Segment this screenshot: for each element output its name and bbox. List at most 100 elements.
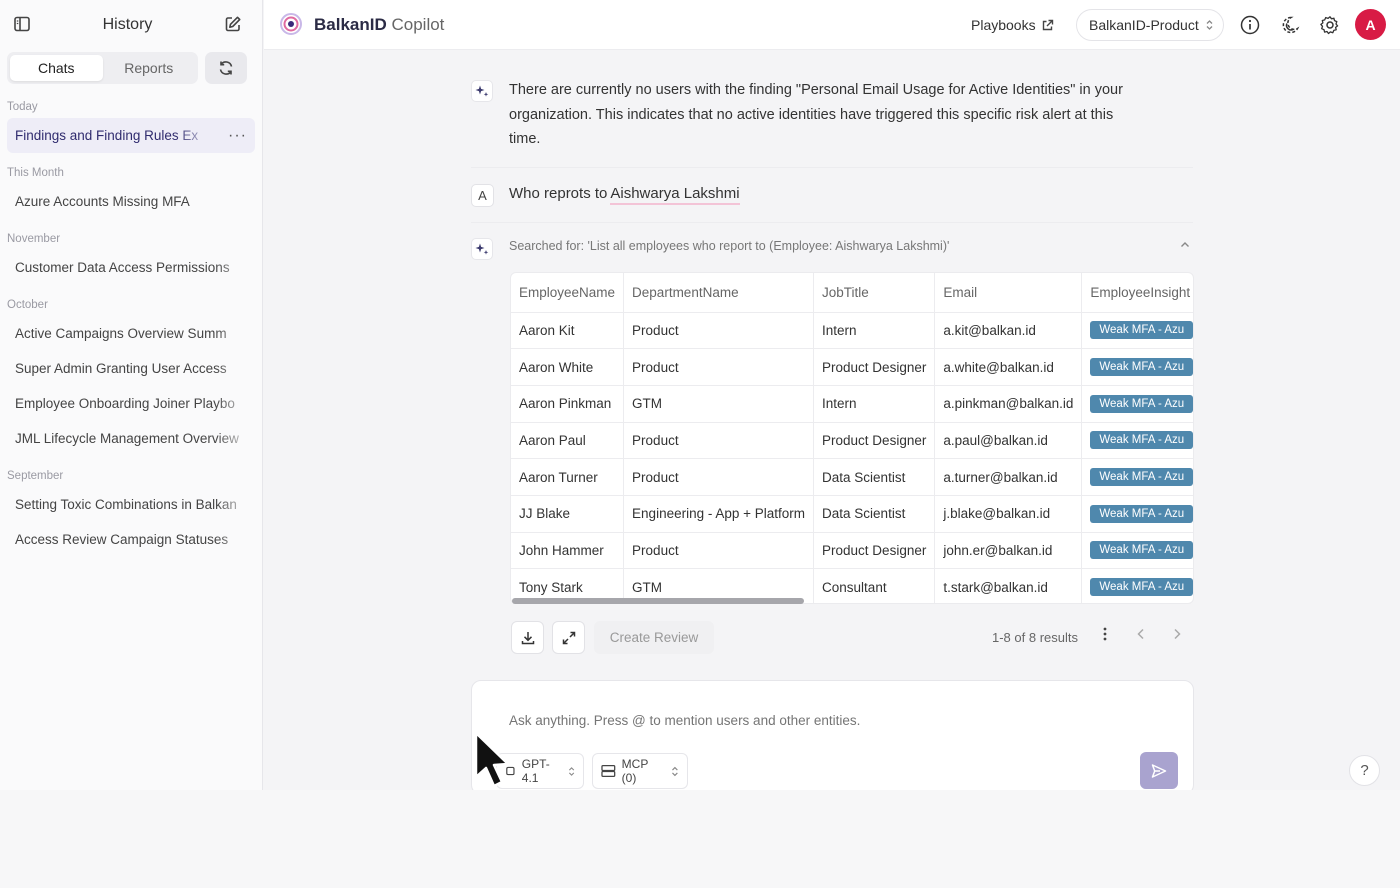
model-label: GPT-4.1 <box>521 757 550 785</box>
cell-department: GTM <box>623 385 815 423</box>
cell-insight: Weak MFA - Azu <box>1081 312 1193 350</box>
column-header-employee-name[interactable]: EmployeeName <box>511 273 625 313</box>
history-item[interactable]: Active Campaigns Overview Summ <box>7 316 255 351</box>
history-sidebar: History Chats Reports Today Findings and… <box>0 0 263 790</box>
cell-job-title: Data Scientist <box>813 458 936 496</box>
history-item-label: Employee Onboarding Joiner Playbo <box>15 396 235 411</box>
user-avatar[interactable]: A <box>1355 9 1386 40</box>
app-title-product: Copilot <box>391 15 445 34</box>
text-fade <box>215 522 255 557</box>
cell-job-title: Product Designer <box>813 348 936 386</box>
refresh-button[interactable] <box>205 52 247 84</box>
help-button[interactable]: ? <box>1349 755 1380 786</box>
chevron-up-icon[interactable] <box>1179 239 1191 251</box>
insight-badge: Weak MFA - Azu <box>1090 431 1193 450</box>
chevron-updown-icon <box>672 766 678 776</box>
info-icon <box>1240 15 1260 35</box>
send-icon <box>1151 763 1167 778</box>
cell-employee-name: John Hammer <box>511 532 625 570</box>
table-body: Aaron Kit Product Intern a.kit@balkan.id… <box>511 312 1193 603</box>
info-button[interactable] <box>1234 9 1266 41</box>
cell-employee-name: Aaron Paul <box>511 422 625 460</box>
more-options-icon[interactable]: ··· <box>228 118 247 153</box>
table-row: JJ Blake Engineering - App + Platform Da… <box>511 495 1193 533</box>
chevron-updown-icon <box>1206 20 1213 30</box>
column-header-department-name[interactable]: DepartmentName <box>623 273 815 313</box>
text-fade <box>215 184 255 219</box>
cell-employee-name: Aaron Pinkman <box>511 385 625 423</box>
theme-toggle-button[interactable] <box>1274 9 1306 41</box>
cell-insight: Weak MFA - Azu <box>1081 495 1193 533</box>
history-list: Today Findings and Finding Rules Ex ··· … <box>0 96 263 557</box>
history-item[interactable]: Employee Onboarding Joiner Playbo <box>7 386 255 421</box>
history-item[interactable]: Setting Toxic Combinations in Balkan <box>7 487 255 522</box>
server-icon <box>601 764 616 778</box>
mcp-selector[interactable]: MCP (0) <box>592 753 688 789</box>
expand-button[interactable] <box>552 621 585 654</box>
text-fade <box>215 250 255 285</box>
text-fade <box>215 487 255 522</box>
history-item[interactable]: Super Admin Granting User Access <box>7 351 255 386</box>
user-mention[interactable]: Aishwarya Lakshmi <box>610 185 740 205</box>
mcp-label: MCP (0) <box>621 757 649 785</box>
external-link-icon <box>1042 19 1053 30</box>
cell-job-title: Intern <box>813 312 936 350</box>
column-header-email[interactable]: Email <box>934 273 1083 313</box>
insight-badge: Weak MFA - Azu <box>1090 394 1193 413</box>
playbooks-link[interactable]: Playbooks <box>971 17 1054 33</box>
download-icon <box>521 631 534 644</box>
create-review-button[interactable]: Create Review <box>594 621 714 654</box>
download-button[interactable] <box>511 621 544 654</box>
history-item-label: Findings and Finding Rules Ex <box>15 128 199 143</box>
assistant-answer: There are currently no users with the fi… <box>509 82 1123 147</box>
sidebar-title: History <box>102 16 153 33</box>
settings-button[interactable] <box>1314 9 1346 41</box>
cell-employee-name: Aaron Kit <box>511 312 625 350</box>
tenant-label: BalkanID-Product <box>1089 17 1199 33</box>
table-header-row: EmployeeName DepartmentName JobTitle Ema… <box>511 273 1193 313</box>
cell-job-title: Data Scientist <box>813 495 936 533</box>
table-horizontal-scrollbar[interactable] <box>510 597 1194 605</box>
scrollbar-thumb[interactable] <box>512 598 804 604</box>
cell-department: Engineering - App + Platform <box>623 495 815 533</box>
history-item[interactable]: Access Review Campaign Statuses <box>7 522 255 557</box>
history-item[interactable]: JML Lifecycle Management Overview <box>7 421 255 456</box>
column-header-job-title[interactable]: JobTitle <box>813 273 936 313</box>
message-composer: GPT-4.1 MCP (0) <box>471 680 1194 790</box>
moon-icon <box>1282 16 1300 34</box>
text-fade <box>215 351 255 386</box>
group-label-october: October <box>7 299 48 311</box>
history-tabs: Chats Reports <box>7 52 198 84</box>
history-item[interactable]: Azure Accounts Missing MFA <box>7 184 255 219</box>
cell-email: a.white@balkan.id <box>934 348 1083 386</box>
cell-insight: Weak MFA - Azu <box>1081 348 1193 386</box>
chevron-right-icon[interactable] <box>1172 627 1182 641</box>
user-message: Who reprots to Aishwarya Lakshmi <box>509 185 740 205</box>
balkanid-logo-icon <box>280 13 302 35</box>
column-header-employee-insight[interactable]: EmployeeInsight <box>1081 273 1193 313</box>
cell-job-title: Product Designer <box>813 422 936 460</box>
send-button[interactable] <box>1140 752 1178 789</box>
chevron-left-icon[interactable] <box>1136 627 1146 641</box>
history-item[interactable]: Customer Data Access Permissions <box>7 250 255 285</box>
new-chat-icon[interactable] <box>224 15 242 33</box>
text-fade <box>215 421 255 456</box>
assistant-icon <box>471 80 493 102</box>
message-input[interactable] <box>509 713 1109 728</box>
cell-department: Product <box>623 422 815 460</box>
history-item-active[interactable]: Findings and Finding Rules Ex ··· <box>7 118 255 153</box>
cell-employee-name: JJ Blake <box>511 495 625 533</box>
tab-reports[interactable]: Reports <box>103 55 196 81</box>
insight-badge: Weak MFA - Azu <box>1090 541 1193 560</box>
cell-job-title: Intern <box>813 385 936 423</box>
tab-chats[interactable]: Chats <box>10 55 103 81</box>
cell-email: a.paul@balkan.id <box>934 422 1083 460</box>
table-row: Aaron Pinkman GTM Intern a.pinkman@balka… <box>511 385 1193 423</box>
app-title: BalkanID Copilot <box>314 15 444 35</box>
cell-job-title: Product Designer <box>813 532 936 570</box>
more-vertical-icon[interactable] <box>1102 626 1108 642</box>
chat-panel: There are currently no users with the fi… <box>264 51 1400 790</box>
tenant-selector[interactable]: BalkanID-Product <box>1076 9 1224 41</box>
group-label-september: September <box>7 470 64 482</box>
text-fade <box>175 118 215 153</box>
